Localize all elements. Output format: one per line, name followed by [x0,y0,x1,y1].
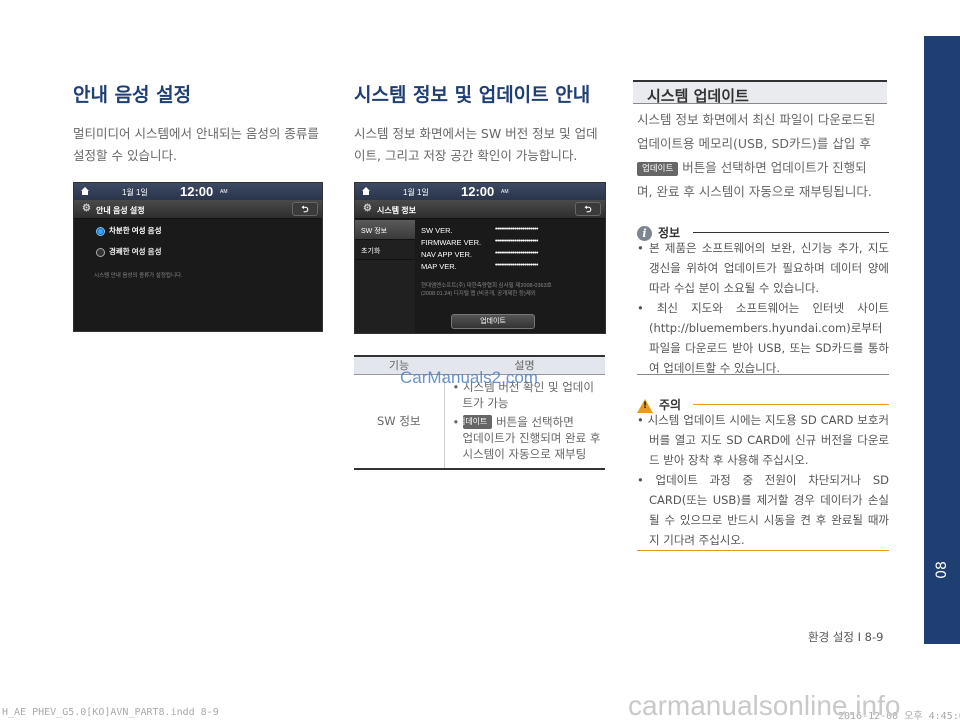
description-bullet-cont: 시스템이 자동으로 재부팅 [453,446,602,462]
tab-sw-info[interactable]: SW 정보 [355,220,415,240]
table-cell-description: • 시스템 버전 확인 및 업데이 트가 가능 • 업데이트 버튼을 선택하면 … [444,374,605,470]
sw-version-label: SW VER. [421,226,453,235]
system-info-description: 시스템 정보 화면에서는 SW 버전 정보 및 업데 이트, 그리고 저장 공간… [354,123,606,167]
update-description-line: 업데이트용 메모리(USB, SD카드)를 삽입 후 [637,136,871,151]
bullet-text: 트가 가능 [462,395,509,410]
watermark-carmanualsonline: carmanualsonline.info [628,690,901,721]
voice-note: 시스템 안내 음성의 종류가 설정됩니다. [94,273,183,279]
firmware-version-label: FIRMWARE VER. [421,238,482,247]
voice-description: 멀티미디어 시스템에서 안내되는 음성의 종류를 설정할 수 있습니다. [73,123,325,167]
update-description-text: 버튼을 선택하면 업데이트가 진행되 [682,160,867,175]
system-info-screenshot: 1월 1일 12:00 AM ⚙ 시스템 정보 ⮌ SW 정보 초기화 SW V… [354,182,606,334]
screen-title: 안내 음성 설정 [96,206,145,215]
nav-app-version-value: •••••••••••••••••••••• [495,250,538,257]
watermark-carmanuals: CarManuals2.com [400,368,538,387]
status-bar: 1월 1일 12:00 AM [74,183,322,200]
bullet-text: 버튼을 선택하면 [496,414,574,429]
update-description: 시스템 정보 화면에서 최신 파일이 다운로드된 업데이트용 메모리(USB, … [637,108,889,204]
status-date: 1월 1일 [403,188,429,197]
status-ampm: AM [220,189,228,195]
info-list: • 본 제품은 소프트웨어의 보완, 신기능 추가, 지도 갱신을 위하여 업데… [637,238,889,378]
caution-list: • 시스템 업데이트 시에는 지도용 SD CARD 보호커버를 열고 지도 S… [637,410,889,550]
chapter-sidebar: 08 [924,36,960,644]
screen-title-bar: ⚙ 안내 음성 설정 ⮌ [74,200,322,219]
update-description-line: 업데이트 버튼을 선택하면 업데이트가 진행되 [637,156,889,180]
voice-option-calm[interactable]: 차분한 여성 음성 [96,225,161,236]
section-heading-system-info: 시스템 정보 및 업데이트 안내 [354,84,591,106]
radio-icon [96,247,105,257]
voice-option-lively[interactable]: 경쾌한 여성 음성 [96,246,161,257]
status-bar: 1월 1일 12:00 AM [355,183,605,200]
description-bullet: • 업데이트 버튼을 선택하면 [452,414,574,429]
option-label: 경쾌한 여성 음성 [109,247,162,256]
caution-bottom-divider [637,550,889,551]
info-divider [693,232,889,233]
status-date: 1월 1일 [122,188,148,197]
section-heading-voice: 안내 음성 설정 [73,84,192,106]
voice-description-line: 설정할 수 있습니다. [73,148,177,163]
update-chip: 업데이트 [458,415,493,429]
bullet-text: 업데이트가 진행되며 완료 후 [462,430,601,445]
screen-title-bar: ⚙ 시스템 정보 ⮌ [355,200,605,219]
screen-title: 시스템 정보 [377,206,417,215]
description-bullet-cont: 트가 가능 [453,395,602,411]
update-section-title: 시스템 업데이트 [647,87,749,105]
option-label: 차분한 여성 음성 [109,226,162,235]
update-description-line: 시스템 정보 화면에서 최신 파일이 다운로드된 [637,112,876,127]
update-button[interactable]: 업데이트 [451,314,535,329]
radio-icon [96,226,105,236]
description-bullet-cont: 업데이트가 진행되며 완료 후 [453,430,602,446]
caution-item: • 업데이트 과정 중 전원이 차단되거나 SD CARD(또는 USB)를 제… [637,473,889,547]
info-bottom-divider [637,374,889,375]
license-note-line: (2008.01.24) 디지털 맵 (비공개, 공개제한 등)제외 [421,291,536,297]
tab-reset[interactable]: 초기화 [355,240,415,260]
bullet-text: 시스템이 자동으로 재부팅 [462,446,587,461]
table-cell-function: SW 정보 [354,374,445,470]
sw-version-value: •••••••••••••••••••••• [495,226,538,233]
map-version-label: MAP VER. [421,262,457,271]
voice-settings-screenshot: 1월 1일 12:00 AM ⚙ 안내 음성 설정 ⮌ 차분한 여성 음성 경쾌… [73,182,323,332]
print-imprint-left: H_AE PHEV_G5.0[KO]AVN_PART8.indd 8-9 [2,707,219,718]
license-note-line: 현대엠엔소프트(주) 대한측량협회 심사필 제2008-0363호 [421,283,552,289]
system-info-description-line: 시스템 정보 화면에서는 SW 버전 정보 및 업데 [354,126,598,141]
status-time: 12:00 [461,184,495,199]
chapter-number: 08 [934,561,950,579]
back-button[interactable]: ⮌ [292,202,318,216]
update-description-line: 며, 완료 후 시스템이 자동으로 재부팅됩니다. [637,184,872,199]
nav-app-version-label: NAV APP VER. [421,250,472,259]
update-section-title-box: 시스템 업데이트 [633,80,887,105]
firmware-version-value: •••••••••••••••••••••• [495,238,538,245]
info-item: • 최신 지도와 소프트웨어는 인터넷 사이트 (http://bluememb… [637,301,889,375]
home-icon [362,187,370,195]
status-ampm: AM [501,189,509,195]
license-note: 현대엠엔소프트(주) 대한측량협회 심사필 제2008-0363호 (2008.… [421,282,552,298]
page-footer: 환경 설정 I 8-9 [808,630,884,644]
map-version-value: •••••••••••••••••••••• [495,262,538,269]
system-info-description-line: 이트, 그리고 저장 공간 확인이 가능합니다. [354,148,578,163]
settings-tab-panel: SW 정보 초기화 [355,220,415,333]
info-item: • 본 제품은 소프트웨어의 보완, 신기능 추가, 지도 갱신을 위하여 업데… [637,241,889,295]
table-row: SW 정보 • 시스템 버전 확인 및 업데이 트가 가능 • 업데이트 버튼을… [354,374,605,470]
gear-icon: ⚙ [82,203,91,214]
home-icon [81,187,89,195]
update-chip: 업데이트 [637,161,679,176]
status-time: 12:00 [180,184,214,199]
caution-item: • 시스템 업데이트 시에는 지도용 SD CARD 보호커버를 열고 지도 S… [637,413,889,467]
back-button[interactable]: ⮌ [575,202,601,216]
voice-description-line: 멀티미디어 시스템에서 안내되는 음성의 종류를 [73,126,319,141]
caution-divider [693,404,889,405]
gear-icon: ⚙ [363,203,372,214]
